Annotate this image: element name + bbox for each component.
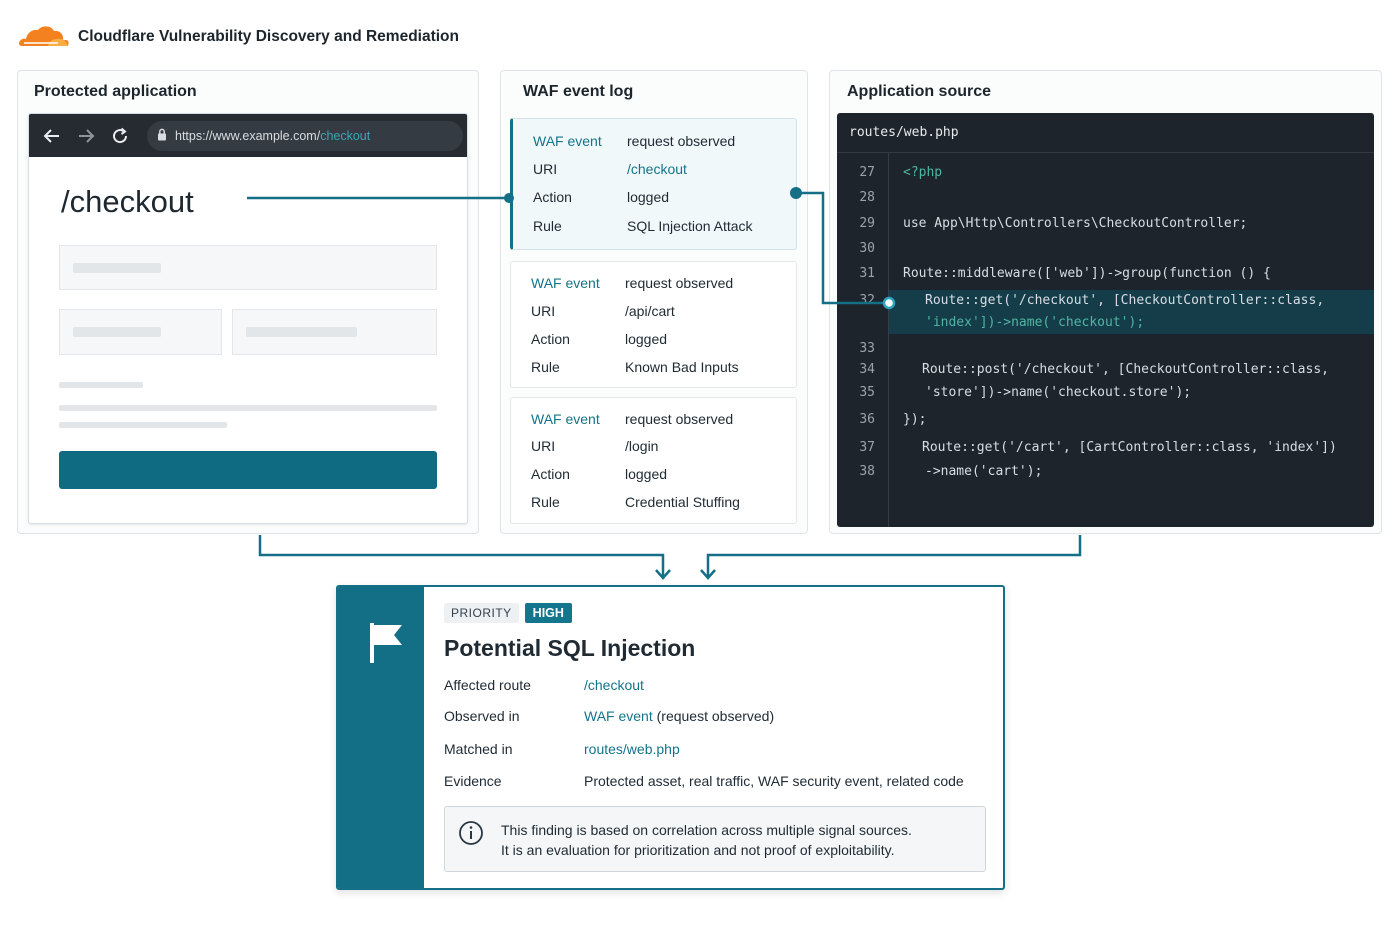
info-icon — [458, 820, 484, 851]
finding-row: Evidence Protected asset, real traffic, W… — [444, 773, 964, 789]
waf-event-link[interactable]: WAF event — [584, 708, 653, 724]
disclaimer-note: This finding is based on correlation acr… — [444, 806, 986, 872]
app-to-finding-connector — [258, 535, 665, 578]
priority-badge: HIGH — [524, 603, 572, 623]
connector-dot — [882, 296, 896, 310]
flag-icon — [368, 621, 404, 670]
finding-row: Affected route/checkout — [444, 677, 644, 693]
source-to-finding-connector — [706, 535, 1082, 578]
finding-row: Observed in WAF event (request observed) — [444, 708, 775, 724]
finding-card[interactable]: PRIORITY HIGH Potential SQL Injection Af… — [336, 585, 1005, 890]
connector-dot — [504, 193, 514, 203]
source-file-link[interactable]: routes/web.php — [584, 741, 680, 757]
connector-dot — [790, 187, 802, 199]
finding-sidebar — [338, 587, 424, 888]
priority-badges: PRIORITY HIGH — [444, 603, 572, 623]
event-to-code-connector — [796, 191, 889, 305]
finding-title: Potential SQL Injection — [444, 635, 696, 661]
note-text: This finding is based on correlation acr… — [501, 822, 912, 858]
priority-label: PRIORITY — [444, 603, 519, 623]
affected-route-link[interactable]: /checkout — [584, 677, 644, 693]
finding-row: Matched in routes/web.php — [444, 741, 680, 757]
